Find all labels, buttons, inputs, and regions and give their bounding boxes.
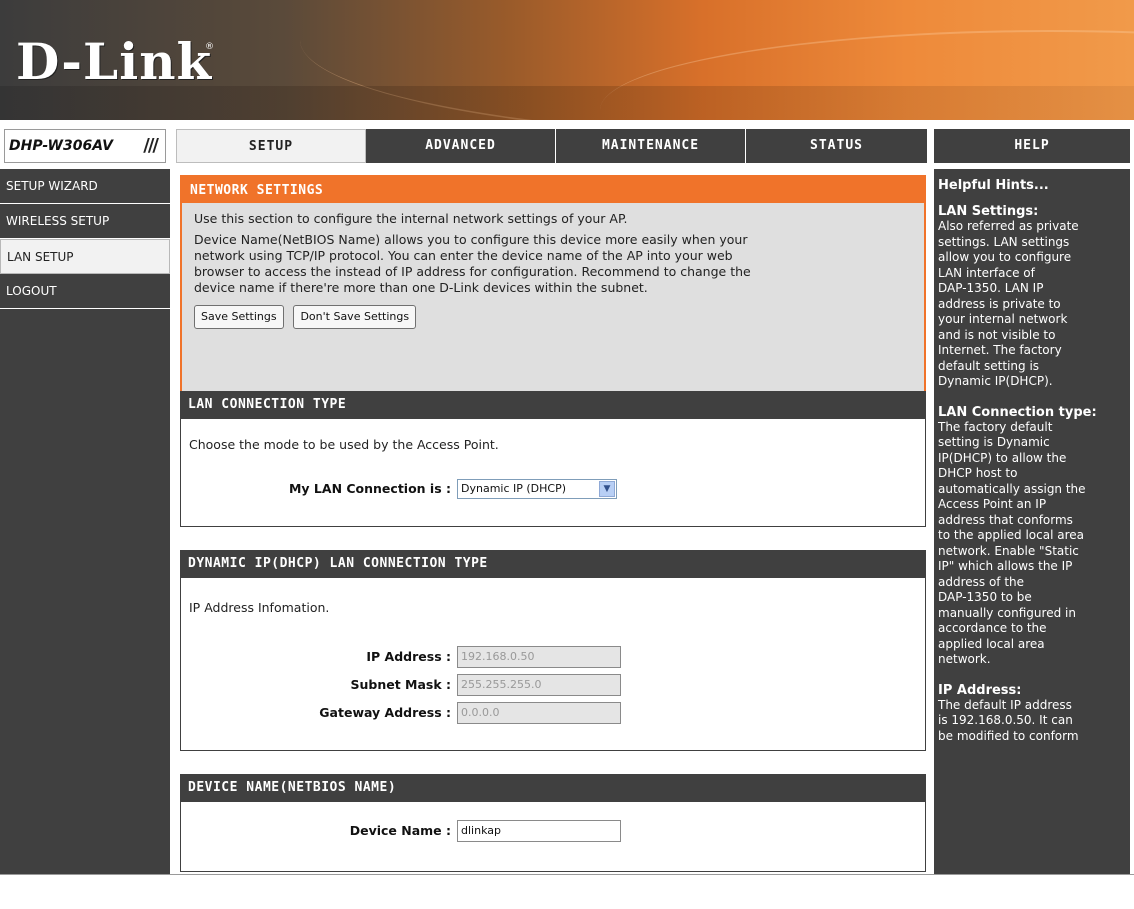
help-line: Access Point an IP [938, 497, 1047, 511]
help-title: Helpful Hints... [938, 178, 1049, 193]
help-line: applied local area [938, 636, 1045, 651]
lan-connection-body: Choose the mode to be used by the Access… [180, 419, 926, 527]
help-line: default setting is [938, 358, 1040, 373]
footer-bar [0, 874, 1134, 909]
network-settings-title: NETWORK SETTINGS [180, 175, 926, 203]
model-slashes: /// [143, 135, 159, 156]
help-line: network. [938, 652, 991, 666]
help-line: DHCP host to [938, 466, 1018, 480]
gateway-field[interactable]: 0.0.0.0 [457, 702, 621, 724]
help-line: DAP-1350 to be [938, 590, 1032, 604]
help-heading-ip-address: IP Address: [938, 682, 1022, 698]
tab-maintenance[interactable]: MAINTENANCE [556, 129, 746, 163]
gateway-label: Gateway Address : [319, 705, 451, 720]
description-line: network using TCP/IP protocol. You can e… [194, 248, 733, 263]
description-line: Device Name(NetBIOS Name) allows you to … [194, 232, 748, 247]
help-text-lan-settings: Also referred as private settings. LAN s… [938, 219, 1126, 390]
header-banner: D-Link ® [0, 0, 1134, 120]
sidebar-item-logout[interactable]: LOGOUT [0, 274, 170, 309]
sidebar: SETUP WIZARD WIRELESS SETUP LAN SETUP LO… [0, 169, 170, 874]
device-name-label: Device Name : [349, 823, 451, 838]
ip-address-label: IP Address : [366, 649, 451, 664]
banner-band [0, 86, 1134, 120]
device-name-title: DEVICE NAME(NETBIOS NAME) [180, 774, 926, 802]
model-name: DHP-W306AV /// [4, 129, 166, 163]
help-line: settings. LAN settings [938, 234, 1070, 249]
top-navigation: DHP-W306AV /// SETUP ADVANCED MAINTENANC… [0, 125, 1134, 169]
dhcp-title: DYNAMIC IP(DHCP) LAN CONNECTION TYPE [180, 550, 926, 578]
help-line: address is private to [938, 296, 1061, 311]
help-line: allow you to configure [938, 250, 1072, 264]
help-heading-lan-connection: LAN Connection type: [938, 404, 1097, 420]
main-content: NETWORK SETTINGS Use this section to con… [176, 169, 928, 874]
dont-save-settings-button[interactable]: Don't Save Settings [293, 305, 417, 329]
help-line: automatically assign the [938, 481, 1086, 496]
subnet-mask-row: Subnet Mask : [181, 674, 451, 696]
help-text-ip-address: The default IP address is 192.168.0.50. … [938, 698, 1126, 745]
help-line: network. Enable "Static [938, 543, 1079, 558]
help-line: accordance to the [938, 621, 1047, 635]
device-name-row: Device Name : [181, 820, 451, 842]
help-line: IP(DHCP) to allow the [938, 450, 1067, 465]
help-line: Also referred as private [938, 219, 1079, 233]
chevron-down-icon[interactable]: ▼ [599, 481, 615, 497]
registered-mark: ® [205, 42, 214, 52]
lan-connection-select[interactable]: Dynamic IP (DHCP) ▼ [457, 479, 617, 499]
network-settings-intro: Use this section to configure the intern… [194, 211, 628, 226]
help-line: is 192.168.0.50. It can [938, 713, 1073, 727]
gateway-row: Gateway Address : [181, 702, 451, 724]
help-line: DAP-1350. LAN IP [938, 281, 1044, 295]
device-name-panel: DEVICE NAME(NETBIOS NAME) Device Name : … [180, 774, 926, 872]
tab-status[interactable]: STATUS [746, 129, 928, 163]
help-line: IP" which allows the IP [938, 559, 1073, 573]
help-text-lan-connection: The factory default setting is Dynamic I… [938, 420, 1126, 668]
help-line: address of the [938, 574, 1025, 589]
lan-connection-title: LAN CONNECTION TYPE [180, 391, 926, 419]
network-settings-description: Device Name(NetBIOS Name) allows you to … [194, 232, 912, 296]
help-line: The factory default [938, 419, 1053, 434]
description-line: device name if there're more than one D-… [194, 280, 648, 295]
sidebar-item-lan-setup[interactable]: LAN SETUP [0, 239, 170, 274]
tab-help[interactable]: HELP [934, 129, 1130, 163]
help-line: setting is Dynamic [938, 435, 1050, 449]
lan-connection-label: My LAN Connection is : [288, 481, 451, 496]
dhcp-body: IP Address Infomation. IP Address : 192.… [180, 578, 926, 751]
help-line: The default IP address [938, 697, 1072, 712]
help-line: be modified to conform [938, 728, 1079, 743]
model-label: DHP-W306AV [9, 138, 113, 154]
help-line: LAN interface of [938, 265, 1035, 280]
help-line: and is not visible to [938, 327, 1056, 342]
lan-connection-row: My LAN Connection is : [181, 479, 451, 501]
help-line: Internet. The factory [938, 343, 1062, 357]
dhcp-panel: DYNAMIC IP(DHCP) LAN CONNECTION TYPE IP … [180, 550, 926, 751]
description-line: browser to access the instead of IP addr… [194, 264, 751, 279]
help-line: to the applied local area [938, 528, 1084, 542]
help-line: manually configured in [938, 605, 1076, 620]
subnet-mask-field[interactable]: 255.255.255.0 [457, 674, 621, 696]
help-panel: Helpful Hints... LAN Settings: Also refe… [934, 169, 1130, 874]
dlink-logo: D-Link [16, 32, 213, 91]
help-line: Dynamic IP(DHCP). [938, 374, 1053, 388]
help-line: address that conforms [938, 512, 1073, 527]
ip-address-field[interactable]: 192.168.0.50 [457, 646, 621, 668]
subnet-mask-label: Subnet Mask : [350, 677, 451, 692]
ip-address-row: IP Address : [181, 646, 451, 668]
tab-setup[interactable]: SETUP [176, 129, 366, 163]
network-settings-panel: NETWORK SETTINGS Use this section to con… [180, 175, 926, 397]
device-name-field[interactable]: dlinkap [457, 820, 621, 842]
lan-connection-panel: LAN CONNECTION TYPE Choose the mode to b… [180, 391, 926, 527]
sidebar-item-setup-wizard[interactable]: SETUP WIZARD [0, 169, 170, 204]
sidebar-item-wireless-setup[interactable]: WIRELESS SETUP [0, 204, 170, 239]
tab-advanced[interactable]: ADVANCED [366, 129, 556, 163]
lan-connection-selected: Dynamic IP (DHCP) [461, 482, 567, 495]
device-name-body: Device Name : dlinkap [180, 802, 926, 872]
network-settings-body: Use this section to configure the intern… [180, 203, 926, 397]
save-settings-button[interactable]: Save Settings [194, 305, 284, 329]
help-heading-lan-settings: LAN Settings: [938, 204, 1039, 219]
dhcp-info: IP Address Infomation. [189, 600, 330, 615]
lan-connection-description: Choose the mode to be used by the Access… [189, 437, 499, 452]
help-line: your internal network [938, 312, 1068, 326]
